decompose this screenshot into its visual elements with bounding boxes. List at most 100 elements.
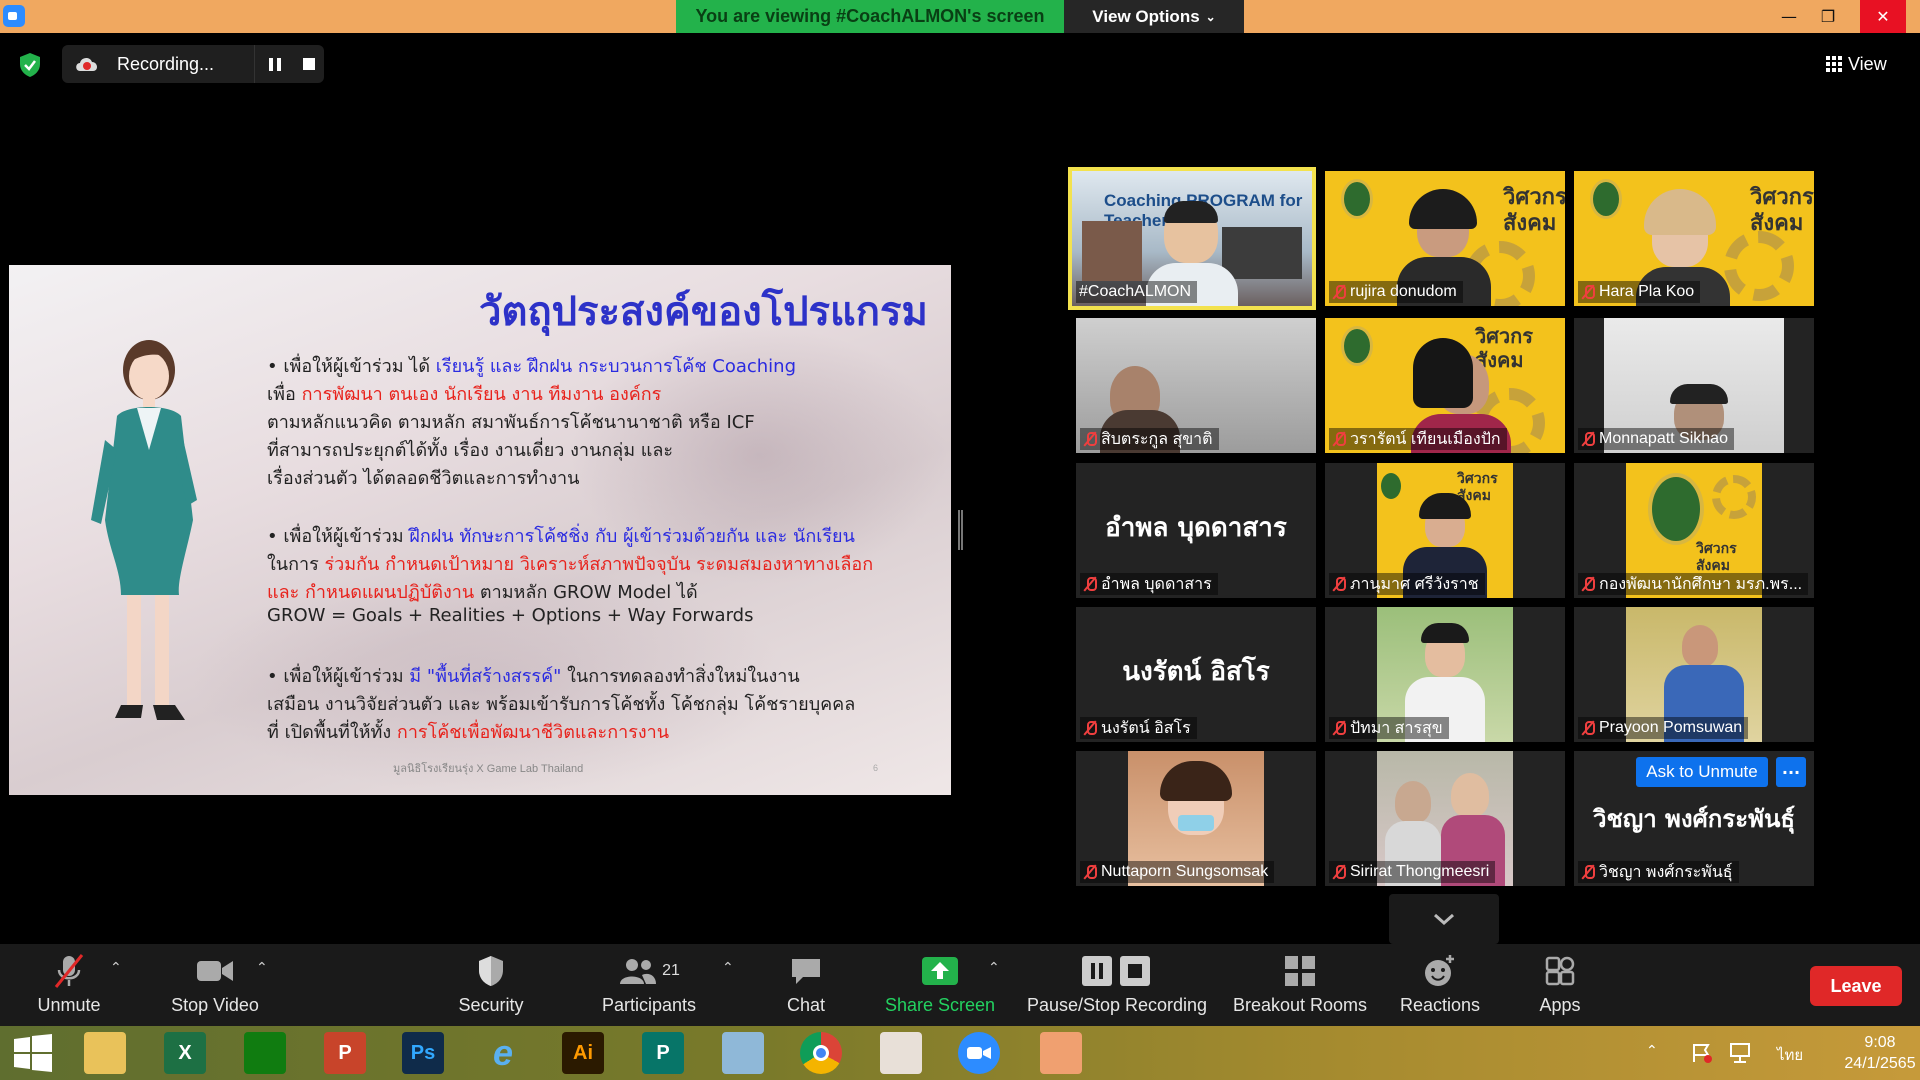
grid-icon — [1826, 56, 1842, 72]
apps-label: Apps — [1539, 995, 1581, 1015]
action-center-flag-icon[interactable] — [1692, 1042, 1714, 1064]
share-screen-label: Share Screen — [884, 995, 996, 1015]
poster-text: วิศวกรสังคม — [1475, 324, 1534, 372]
slide-highlight-text: การโค้ชเพื่อพัฒนาชีวิตและการงาน — [396, 722, 670, 743]
photoshop-icon-letter: Ps — [410, 1041, 436, 1064]
muted-mic-icon — [1581, 720, 1595, 736]
video-tile[interactable]: Prayoon Pomsuwan — [1574, 607, 1814, 742]
security-button[interactable]: Security — [446, 944, 536, 1026]
background-photo — [1222, 227, 1302, 279]
recording-indicator: Recording... — [62, 45, 324, 83]
publisher-icon[interactable]: P — [642, 1032, 684, 1074]
muted-mic-icon — [1581, 864, 1595, 880]
store-icon[interactable] — [244, 1032, 286, 1074]
clock-time: 9:08 — [1864, 1034, 1896, 1051]
breakout-rooms-icon — [1280, 953, 1320, 989]
slide-text: เพื่อ — [267, 384, 302, 405]
photoshop-icon[interactable]: Ps — [402, 1032, 444, 1074]
tile-name: ภานุมาศ ศรีวังราช — [1329, 573, 1485, 595]
minimize-icon: — — [1781, 7, 1797, 26]
unmute-button[interactable]: Unmute — [24, 944, 114, 1026]
share-screen-button[interactable]: Share Screen — [880, 944, 1000, 1026]
video-tile-no-video[interactable]: อำพล บุดดาสาร อำพล บุดดาสาร — [1076, 463, 1316, 598]
excel-icon[interactable]: X — [164, 1032, 206, 1074]
video-tile[interactable]: วิศวกรสังคม ภานุมาศ ศรีวังราช — [1325, 463, 1565, 598]
muted-mic-icon — [1581, 431, 1595, 447]
participant-name: วิชญา พงศ์กระพันธุ์ — [1599, 863, 1733, 881]
illustrator-icon[interactable]: Ai — [562, 1032, 604, 1074]
internet-explorer-icon[interactable]: e — [482, 1032, 524, 1074]
tray-expand-icon[interactable]: ⌃ — [1646, 1043, 1658, 1059]
close-window-button[interactable]: ✕ — [1860, 0, 1906, 33]
paint-icon[interactable] — [880, 1032, 922, 1074]
more-options-button[interactable]: ··· — [1776, 757, 1806, 787]
muted-mic-icon — [1581, 576, 1595, 592]
participant-name: Prayoon Pomsuwan — [1599, 719, 1743, 736]
video-tile[interactable]: Nuttaporn Sungsomsak — [1076, 751, 1316, 886]
network-icon[interactable] — [1728, 1042, 1752, 1064]
pause-recording-button[interactable] — [254, 45, 294, 83]
file-explorer-icon[interactable] — [84, 1032, 126, 1074]
chrome-icon[interactable] — [800, 1032, 842, 1074]
slide-line: และ กำหนดแผนปฏิบัติงาน ตามหลัก GROW Mode… — [267, 577, 698, 606]
video-tile[interactable]: วิศวกรสังคม วรารัตน์ เทียนเมืองปัก — [1325, 318, 1565, 453]
chat-button[interactable]: Chat — [768, 944, 844, 1026]
close-icon: ✕ — [1876, 7, 1890, 26]
input-language-indicator[interactable]: ไทย — [1777, 1043, 1803, 1067]
slide-line: ตามหลักแนวคิด ตามหลัก สมาพันธ์การโค้ชนาน… — [267, 412, 755, 433]
slide-text: • เพื่อให้ผู้เข้าร่วม ได้ — [267, 356, 436, 377]
restore-button[interactable]: ❐ — [1805, 0, 1851, 33]
video-tile[interactable]: สิบตระกูล สุขาติ — [1076, 318, 1316, 453]
powerpoint-icon[interactable]: P — [324, 1032, 366, 1074]
stop-recording-button[interactable] — [294, 45, 324, 83]
system-clock[interactable]: 9:08 24/1/2565 — [1840, 1032, 1920, 1074]
audio-options-caret[interactable]: ⌃ — [110, 960, 122, 976]
video-tile-no-video[interactable]: นงรัตน์ อิสโร นงรัตน์ อิสโร — [1076, 607, 1316, 742]
pause-stop-recording-button[interactable]: Pause/Stop Recording — [1024, 944, 1210, 1026]
slide-line: GROW = Goals + Realities + Options + Way… — [267, 605, 754, 626]
split-view-resize-handle[interactable] — [958, 510, 963, 550]
apps-button[interactable]: Apps — [1530, 944, 1590, 1026]
participant-name: นงรัตน์ อิสโร — [1101, 719, 1191, 737]
video-tile[interactable]: วิศวกรสังคม rujira donudom — [1325, 171, 1565, 306]
view-options-button[interactable]: View Options ⌄ — [1064, 0, 1244, 33]
encryption-shield-icon[interactable] — [18, 52, 42, 78]
slide-highlight-text: เรียนรู้ และ ฝึกฝน กระบวนการโค้ช Coachin… — [435, 356, 797, 377]
participants-options-caret[interactable]: ⌃ — [722, 960, 734, 976]
video-tile[interactable]: วิศวกรสังคม Hara Pla Koo — [1574, 171, 1814, 306]
camera-app-icon[interactable] — [1040, 1032, 1082, 1074]
ask-to-unmute-button[interactable]: Ask to Unmute — [1636, 757, 1768, 787]
shared-screen-slide[interactable]: วัตถุประสงค์ของโปรแกรม • เพื่อให้ผู้เข้า… — [9, 265, 951, 795]
windows-start-icon[interactable] — [12, 1032, 54, 1074]
video-tile[interactable]: ปัทมา สารสุข — [1325, 607, 1565, 742]
participants-button[interactable]: 21 Participants — [596, 944, 702, 1026]
meeting-toolbar: Unmute ⌃ Stop Video ⌃ Security 21 Partic… — [0, 944, 1920, 1026]
pause-stop-icon — [1077, 953, 1157, 989]
video-tile[interactable]: Monnapatt Sikhao — [1574, 318, 1814, 453]
slide-text: ในการทดลองทำสิ่งใหม่ในงาน — [561, 666, 800, 687]
muted-mic-icon — [1332, 284, 1346, 300]
video-camera-icon — [195, 953, 235, 989]
share-options-caret[interactable]: ⌃ — [988, 960, 1000, 976]
reactions-button[interactable]: Reactions — [1388, 944, 1492, 1026]
video-tile-active-speaker[interactable]: Coaching PROGRAM for Teacher #CoachALMON — [1068, 167, 1316, 310]
video-options-caret[interactable]: ⌃ — [256, 960, 268, 976]
participant-hair — [1164, 201, 1218, 223]
display-name-large: วิชญา พงศ์กระพันธุ์ — [1592, 804, 1795, 833]
participant-name: สิบตระกูล สุขาติ — [1101, 430, 1213, 448]
video-tile[interactable]: Sirirat Thongmeesri — [1325, 751, 1565, 886]
slide-footer: มูลนิธิโรงเรียนรุ่ง X Game Lab Thailand — [393, 763, 584, 775]
view-layout-button[interactable]: View — [1826, 50, 1910, 78]
video-tile[interactable]: วิศวกรสังคม กองพัฒนานักศึกษา มรภ.พร... — [1574, 463, 1814, 598]
chevron-down-icon — [1434, 913, 1454, 925]
university-seal-icon — [1648, 473, 1704, 545]
gear-decoration-icon — [1712, 475, 1756, 519]
leave-meeting-button[interactable]: Leave — [1810, 966, 1902, 1006]
cloud-recording-icon — [76, 57, 98, 71]
stop-video-button[interactable]: Stop Video — [160, 944, 270, 1026]
breakout-rooms-button[interactable]: Breakout Rooms — [1230, 944, 1370, 1026]
notepad-icon[interactable] — [722, 1032, 764, 1074]
participant-name: Nuttaporn Sungsomsak — [1101, 863, 1269, 880]
zoom-app-icon[interactable] — [958, 1032, 1000, 1074]
gallery-next-page-button[interactable] — [1389, 894, 1499, 944]
